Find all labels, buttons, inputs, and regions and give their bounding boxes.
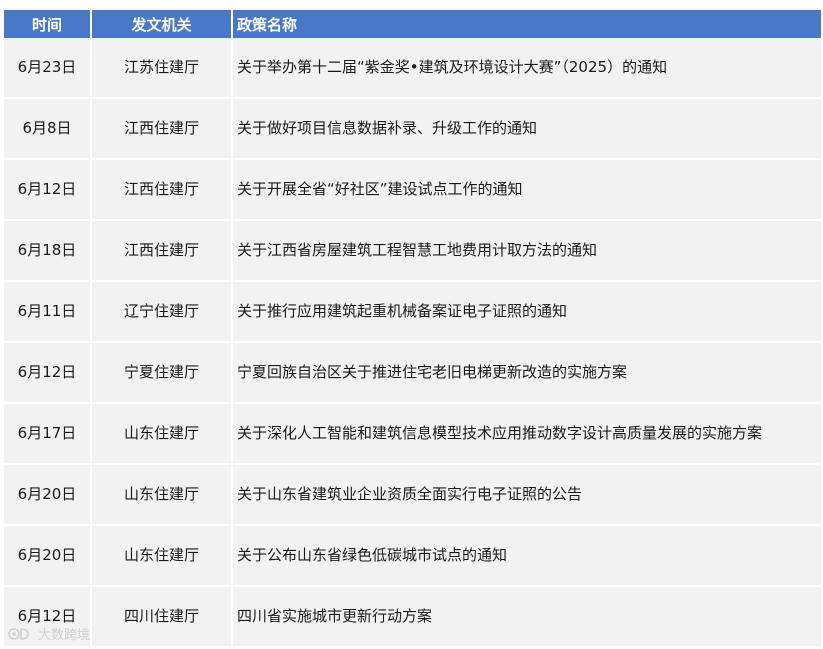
cell-org: 山东住建厅 (91, 525, 233, 587)
header-date: 时间 (4, 10, 92, 38)
cell-org: 四川住建厅 (91, 586, 233, 648)
cell-org: 辽宁住建厅 (91, 281, 233, 343)
policy-table: 时间 发文机关 政策名称 6月23日 江苏住建厅 关于举办第十二届“紫金奖•建筑… (4, 10, 821, 648)
cell-date: 6月8日 (4, 98, 92, 160)
cell-org: 山东住建厅 (91, 403, 233, 465)
page: 时间 发文机关 政策名称 6月23日 江苏住建厅 关于举办第十二届“紫金奖•建筑… (0, 0, 823, 649)
header-org: 发文机关 (91, 10, 233, 38)
watermark-text: 大数跨境 (38, 628, 91, 643)
table-row: 6月8日 江西住建厅 关于做好项目信息数据补录、升级工作的通知 (4, 98, 821, 160)
cell-date: 6月12日 (4, 159, 92, 221)
cell-name: 四川省实施城市更新行动方案 (232, 586, 821, 648)
table-row: 6月20日 山东住建厅 关于公布山东省绿色低碳城市试点的通知 (4, 525, 821, 587)
cell-date: 6月20日 (4, 464, 92, 526)
table-row: 6月12日 江西住建厅 关于开展全省“好社区”建设试点工作的通知 (4, 159, 821, 221)
table-row: 6月23日 江苏住建厅 关于举办第十二届“紫金奖•建筑及环境设计大赛”（2025… (4, 38, 821, 99)
cell-name: 关于举办第十二届“紫金奖•建筑及环境设计大赛”（2025）的通知 (232, 38, 821, 99)
cell-name: 关于开展全省“好社区”建设试点工作的通知 (232, 159, 821, 221)
cell-name: 关于深化人工智能和建筑信息模型技术应用推动数字设计高质量发展的实施方案 (232, 403, 821, 465)
table-header-row: 时间 发文机关 政策名称 (4, 10, 821, 38)
table-row: 6月11日 辽宁住建厅 关于推行应用建筑起重机械备案证电子证照的通知 (4, 281, 821, 343)
table-row: 6月12日 宁夏住建厅 宁夏回族自治区关于推进住宅老旧电梯更新改造的实施方案 (4, 342, 821, 404)
cell-name: 宁夏回族自治区关于推进住宅老旧电梯更新改造的实施方案 (232, 342, 821, 404)
cell-name: 关于山东省建筑业企业资质全面实行电子证照的公告 (232, 464, 821, 526)
cell-org: 江西住建厅 (91, 220, 233, 282)
cell-org: 江西住建厅 (91, 159, 233, 221)
table-row: 6月12日 四川住建厅 四川省实施城市更新行动方案 (4, 586, 821, 648)
logo-mark-icon (8, 626, 34, 642)
table-row: 6月18日 江西住建厅 关于江西省房屋建筑工程智慧工地费用计取方法的通知 (4, 220, 821, 282)
cell-date: 6月23日 (4, 38, 92, 99)
header-name: 政策名称 (232, 10, 821, 38)
table-row: 6月20日 山东住建厅 关于山东省建筑业企业资质全面实行电子证照的公告 (4, 464, 821, 526)
table-row: 6月17日 山东住建厅 关于深化人工智能和建筑信息模型技术应用推动数字设计高质量… (4, 403, 821, 465)
cell-org: 宁夏住建厅 (91, 342, 233, 404)
cell-date: 6月20日 (4, 525, 92, 587)
cell-date: 6月11日 (4, 281, 92, 343)
cell-org: 山东住建厅 (91, 464, 233, 526)
watermark: 大数跨境 (8, 624, 90, 643)
cell-org: 江苏住建厅 (91, 38, 233, 99)
cell-name: 关于推行应用建筑起重机械备案证电子证照的通知 (232, 281, 821, 343)
cell-date: 6月18日 (4, 220, 92, 282)
cell-date: 6月12日 (4, 342, 92, 404)
cell-date: 6月17日 (4, 403, 92, 465)
cell-name: 关于江西省房屋建筑工程智慧工地费用计取方法的通知 (232, 220, 821, 282)
cell-name: 关于公布山东省绿色低碳城市试点的通知 (232, 525, 821, 587)
cell-org: 江西住建厅 (91, 98, 233, 160)
cell-name: 关于做好项目信息数据补录、升级工作的通知 (232, 98, 821, 160)
